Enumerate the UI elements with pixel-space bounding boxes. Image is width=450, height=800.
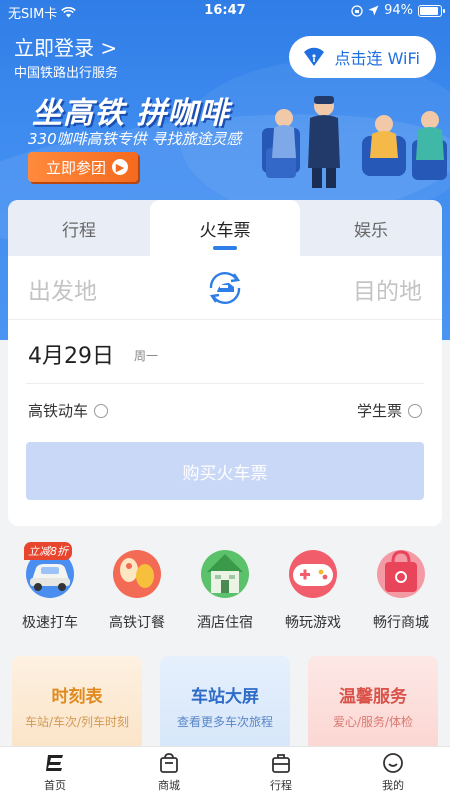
swap-stations-icon[interactable] (205, 268, 245, 308)
service-hotel[interactable]: 酒店住宿 (180, 544, 270, 632)
nav-trip-label: 行程 (270, 779, 292, 792)
services-grid: 立减8折 极速打车 高铁订餐 酒店住宿 畅玩游戏 畅行商城 (0, 542, 450, 644)
nav-home[interactable]: 首页 (10, 751, 100, 793)
chevron-right-icon: ▶ (112, 159, 129, 175)
care-service-subtitle: 爱心/服务/体检 (332, 715, 414, 729)
service-label: 高铁订餐 (109, 615, 165, 631)
tab-train-ticket[interactable]: 火车票 (150, 200, 300, 256)
profile-face-icon (383, 753, 403, 773)
header-subtitle: 中国铁路出行服务 (14, 66, 119, 81)
tab-entertainment[interactable]: 娱乐 (300, 200, 442, 256)
timetable-card[interactable]: 时刻表 车站/车次/列车时刻 (12, 656, 142, 751)
highspeed-option[interactable]: 高铁动车 (28, 400, 109, 421)
nav-profile[interactable]: 我的 (348, 751, 438, 793)
nav-mall[interactable]: 商城 (124, 751, 214, 793)
student-ticket-option[interactable]: 学生票 (357, 400, 422, 421)
nav-mall-label: 商城 (158, 779, 180, 792)
student-option-label: 学生票 (356, 402, 402, 420)
taxi-icon: 立减8折 (22, 542, 78, 600)
tab-trip-label: 行程 (62, 220, 96, 241)
battery-text: 94% (384, 3, 413, 18)
ticket-booking-card: 行程 火车票 娱乐 出发地 目的地 4月29日 周一 高铁动车 学生票 购买火车… (8, 200, 442, 526)
timetable-subtitle: 车站/车次/列车时刻 (24, 715, 130, 729)
service-label: 畅行商城 (373, 615, 429, 631)
service-label: 畅玩游戏 (285, 615, 341, 631)
arrival-field[interactable]: 目的地 (353, 272, 422, 306)
banner-title: 坐高铁 拼咖啡 (32, 96, 230, 131)
battery-level (420, 6, 438, 15)
timetable-title: 时刻表 (51, 687, 103, 707)
hotel-icon (197, 544, 253, 600)
rotation-lock-icon (351, 4, 363, 17)
join-group-button[interactable]: 立即参团 ▶ (28, 152, 139, 182)
location-arrow-icon (368, 5, 379, 16)
booking-tabs: 行程 火车票 娱乐 (8, 200, 442, 256)
wifi-button-label: 点击连 WiFi (334, 49, 421, 68)
care-service-card[interactable]: 温馨服务 爱心/服务/体检 (308, 656, 438, 751)
connect-wifi-button[interactable]: 点击连 WiFi (288, 36, 436, 78)
station-screen-title: 车站大屏 (191, 687, 259, 707)
banner-subtitle: 330咖啡高铁专供 寻找旅途灵感 (28, 130, 242, 148)
care-service-title: 温馨服务 (339, 687, 407, 707)
travel-date: 4月29日 (28, 344, 114, 369)
passengers-illustration (262, 96, 447, 188)
discount-badge: 立减8折 (24, 542, 72, 560)
service-meal[interactable]: 高铁订餐 (92, 544, 182, 632)
highspeed-radio[interactable] (94, 403, 109, 418)
bottom-navigation: 首页 商城 行程 我的 (0, 746, 450, 800)
travel-weekday: 周一 (134, 349, 159, 363)
service-label: 极速打车 (22, 615, 78, 631)
status-bar: 无SIM卡 16:47 94% (0, 0, 450, 22)
service-game[interactable]: 畅玩游戏 (268, 544, 358, 632)
shopping-bag-icon (160, 753, 178, 773)
station-screen-subtitle: 查看更多车次旅程 (176, 715, 273, 729)
active-tab-indicator (213, 246, 237, 250)
home-rail-icon (46, 755, 63, 771)
shopping-bag-icon (373, 544, 429, 600)
wifi-shield-icon (303, 47, 324, 66)
station-screen-card[interactable]: 车站大屏 查看更多车次旅程 (160, 656, 290, 751)
highspeed-option-label: 高铁动车 (28, 402, 89, 420)
nav-profile-label: 我的 (382, 779, 404, 792)
nav-trip[interactable]: 行程 (236, 751, 326, 793)
service-mall[interactable]: 畅行商城 (356, 544, 446, 632)
status-right: 94% (351, 3, 445, 18)
battery-icon (418, 4, 445, 17)
service-taxi[interactable]: 立减8折 极速打车 (5, 542, 95, 632)
gamepad-icon (285, 544, 341, 600)
meal-icon (109, 544, 165, 600)
suitcase-icon (272, 754, 290, 773)
tab-trip[interactable]: 行程 (8, 200, 150, 256)
nav-home-label: 首页 (44, 779, 66, 792)
buy-ticket-button[interactable]: 购买火车票 (26, 442, 424, 500)
tab-train-ticket-label: 火车票 (199, 220, 251, 241)
departure-field[interactable]: 出发地 (28, 272, 97, 306)
student-radio[interactable] (408, 403, 422, 418)
service-label: 酒店住宿 (197, 615, 253, 631)
join-group-label: 立即参团 (46, 158, 107, 177)
route-row: 出发地 目的地 (8, 256, 442, 320)
tab-entertainment-label: 娱乐 (354, 220, 388, 241)
login-link[interactable]: 立即登录 > (14, 32, 117, 61)
date-selector[interactable]: 4月29日 周一 (26, 320, 424, 384)
